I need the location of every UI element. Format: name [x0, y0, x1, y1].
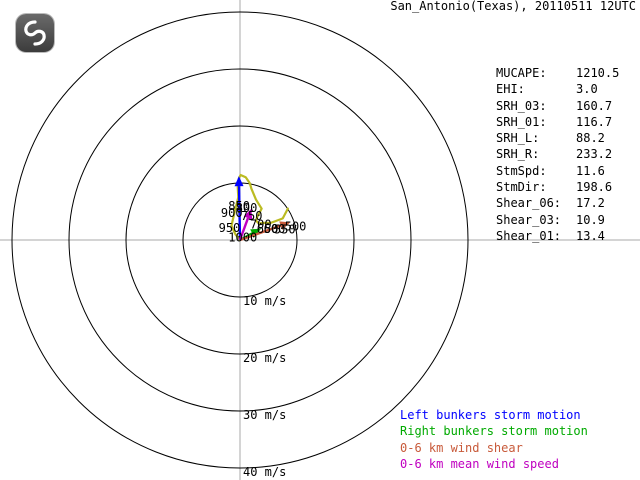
stat-key: Shear_03:	[496, 212, 562, 227]
legend-entry: Left bunkers storm motion	[400, 408, 581, 422]
stat-row: SRH_L: 88.2	[496, 130, 619, 146]
swirl-logo-icon	[16, 14, 54, 52]
stat-value: 233.2	[576, 147, 613, 162]
ring-label: 30 m/s	[243, 408, 286, 422]
legend-entry: Right bunkers storm motion	[400, 424, 588, 439]
stat-value: 160.7	[576, 98, 613, 113]
pressure-level-label: 500	[285, 219, 307, 233]
legend-entry: 0-6 km wind shear	[400, 440, 523, 455]
stat-key: SRH_03:	[496, 98, 547, 113]
stat-value: 3.0	[576, 82, 598, 97]
stat-key: Shear_06:	[496, 196, 562, 211]
stat-key: SRH_L:	[496, 131, 540, 146]
stat-row: SRH_03: 160.7	[496, 98, 619, 114]
chart-title: San_Antonio(Texas), 20110511 12UTC	[390, 0, 636, 13]
stats-panel: MUCAPE: 1210.5 EHI: 3.0 SRH_03: 160.7 SRH_01: 1…	[496, 65, 619, 244]
stat-row: StmDir: 198.6	[496, 179, 619, 195]
vector-arrowhead	[234, 176, 244, 187]
ring-label: 40 m/s	[243, 465, 286, 479]
stat-value: 13.4	[576, 228, 605, 243]
stat-row: SRH_R: 233.2	[496, 146, 619, 162]
ring-label: 10 m/s	[243, 294, 286, 308]
stat-value: 198.6	[576, 180, 613, 195]
pressure-level-label: 950	[219, 221, 241, 235]
stat-key: StmSpd:	[496, 163, 547, 178]
stat-key: SRH_01:	[496, 114, 547, 129]
stat-key: Shear_01:	[496, 228, 562, 243]
stat-key: MUCAPE:	[496, 66, 547, 80]
stat-row: Shear_03: 10.9	[496, 212, 619, 228]
stat-value: 1210.5	[576, 66, 620, 80]
legend: Left bunkers storm motion Right bunkers s…	[400, 407, 588, 472]
stat-key: SRH_R:	[496, 147, 540, 162]
stat-value: 116.7	[576, 114, 613, 129]
stat-key: EHI:	[496, 82, 525, 97]
stat-value: 88.2	[576, 131, 605, 146]
stat-row: EHI: 3.0	[496, 81, 619, 97]
stat-value: 17.2	[576, 196, 605, 211]
stat-value: 10.9	[576, 212, 605, 227]
ring-label: 20 m/s	[243, 351, 286, 365]
stat-key: StmDir:	[496, 180, 547, 195]
stat-row: Shear_06: 17.2	[496, 195, 619, 211]
stat-row: Shear_01: 13.4	[496, 228, 619, 244]
stat-value: 11.6	[576, 163, 605, 178]
stat-row: MUCAPE: 1210.5	[496, 65, 619, 81]
stat-row: SRH_01: 116.7	[496, 114, 619, 130]
legend-entry: 0-6 km mean wind speed	[400, 456, 559, 471]
stat-row: StmSpd: 11.6	[496, 163, 619, 179]
